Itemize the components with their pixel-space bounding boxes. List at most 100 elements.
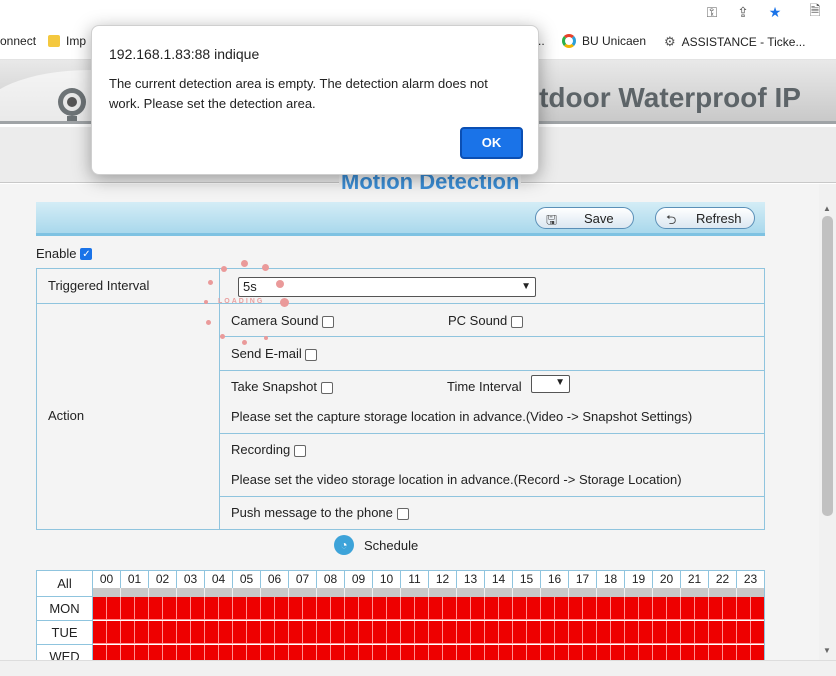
schedule-slot[interactable] (177, 597, 191, 620)
schedule-slot[interactable] (121, 621, 135, 644)
hour-header-08[interactable]: 08 (317, 571, 345, 588)
day-label-tue[interactable]: TUE (37, 621, 93, 645)
hour-header-16[interactable]: 16 (541, 571, 569, 588)
schedule-slot[interactable] (107, 597, 121, 620)
schedule-slot[interactable] (555, 597, 569, 620)
schedule-slot[interactable] (667, 597, 681, 620)
bookmark-item[interactable]: Imp (48, 34, 86, 48)
schedule-slot[interactable] (331, 621, 345, 644)
schedule-slot[interactable] (541, 597, 555, 620)
hour-header-17[interactable]: 17 (569, 571, 597, 588)
schedule-slot[interactable] (611, 597, 625, 620)
hour-header-13[interactable]: 13 (457, 571, 485, 588)
hour-header-18[interactable]: 18 (597, 571, 625, 588)
hour-strip[interactable] (597, 588, 625, 597)
schedule-slot[interactable] (737, 621, 751, 644)
hour-strip[interactable] (93, 588, 121, 597)
hour-header-20[interactable]: 20 (653, 571, 681, 588)
hour-header-02[interactable]: 02 (149, 571, 177, 588)
schedule-slot[interactable] (219, 621, 233, 644)
schedule-slot[interactable] (317, 597, 331, 620)
schedule-slot[interactable] (415, 597, 429, 620)
schedule-slot[interactable] (93, 621, 107, 644)
hour-strip[interactable] (737, 588, 764, 597)
schedule-slot[interactable] (387, 621, 401, 644)
schedule-slot[interactable] (681, 597, 695, 620)
schedule-slot[interactable] (149, 597, 163, 620)
schedule-all-button[interactable]: All (37, 571, 93, 597)
schedule-slot[interactable] (233, 621, 247, 644)
schedule-slot[interactable] (303, 597, 317, 620)
schedule-slot[interactable] (233, 597, 247, 620)
schedule-slot[interactable] (387, 597, 401, 620)
schedule-slot[interactable] (261, 597, 275, 620)
hour-strip[interactable] (149, 588, 177, 597)
schedule-slot[interactable] (191, 597, 205, 620)
schedule-slot[interactable] (317, 621, 331, 644)
schedule-slot[interactable] (709, 621, 723, 644)
schedule-slot[interactable] (415, 621, 429, 644)
camera-sound-checkbox[interactable] (322, 315, 335, 328)
schedule-slot[interactable] (527, 597, 541, 620)
send-email-checkbox[interactable] (305, 348, 318, 361)
schedule-slot[interactable] (499, 597, 513, 620)
schedule-slot[interactable] (331, 597, 345, 620)
bookmark-item[interactable]: ⚙ ASSISTANCE - Ticke... (664, 34, 805, 50)
schedule-slot[interactable] (569, 597, 583, 620)
schedule-slot[interactable] (625, 621, 639, 644)
schedule-slot[interactable] (625, 597, 639, 620)
hour-header-03[interactable]: 03 (177, 571, 205, 588)
schedule-slot[interactable] (513, 621, 527, 644)
schedule-slot[interactable] (653, 621, 667, 644)
schedule-slot[interactable] (751, 621, 764, 644)
schedule-slot[interactable] (205, 621, 219, 644)
schedule-slot[interactable] (457, 621, 471, 644)
hour-header-12[interactable]: 12 (429, 571, 457, 588)
hour-header-14[interactable]: 14 (485, 571, 513, 588)
push-message-checkbox[interactable] (396, 507, 409, 520)
hour-strip[interactable] (681, 588, 709, 597)
hour-strip[interactable] (177, 588, 205, 597)
schedule-slot[interactable] (93, 597, 107, 620)
hour-header-04[interactable]: 04 (205, 571, 233, 588)
schedule-slot[interactable] (583, 621, 597, 644)
hour-strip[interactable] (261, 588, 289, 597)
schedule-slot[interactable] (401, 621, 415, 644)
hour-header-05[interactable]: 05 (233, 571, 261, 588)
schedule-slot[interactable] (485, 597, 499, 620)
schedule-slot[interactable] (499, 621, 513, 644)
schedule-slot[interactable] (373, 597, 387, 620)
hour-strip[interactable] (121, 588, 149, 597)
hour-header-23[interactable]: 23 (737, 571, 764, 588)
schedule-slot[interactable] (275, 621, 289, 644)
hour-header-21[interactable]: 21 (681, 571, 709, 588)
schedule-slot[interactable] (149, 621, 163, 644)
hour-header-09[interactable]: 09 (345, 571, 373, 588)
schedule-slot[interactable] (135, 597, 149, 620)
hour-header-15[interactable]: 15 (513, 571, 541, 588)
hour-strip[interactable] (457, 588, 485, 597)
schedule-slot[interactable] (107, 621, 121, 644)
schedule-slot[interactable] (429, 597, 443, 620)
scroll-down-icon[interactable]: ▼ (823, 646, 831, 655)
scrollbar-thumb[interactable] (822, 216, 833, 516)
bookmark-item[interactable]: onnect (0, 34, 36, 48)
schedule-slot[interactable] (471, 621, 485, 644)
horizontal-scrollbar[interactable] (0, 660, 836, 676)
hour-header-07[interactable]: 07 (289, 571, 317, 588)
enable-checkbox[interactable]: ✓ (80, 247, 93, 260)
schedule-slot[interactable] (723, 621, 737, 644)
scroll-up-icon[interactable]: ▲ (823, 204, 831, 213)
schedule-slot[interactable] (429, 621, 443, 644)
hour-strip[interactable] (485, 588, 513, 597)
schedule-slot[interactable] (163, 621, 177, 644)
pc-sound-checkbox[interactable] (510, 315, 523, 328)
hour-strip[interactable] (625, 588, 653, 597)
schedule-slot[interactable] (457, 597, 471, 620)
hour-header-11[interactable]: 11 (401, 571, 429, 588)
schedule-slot[interactable] (275, 597, 289, 620)
schedule-slot[interactable] (289, 621, 303, 644)
schedule-slot[interactable] (597, 621, 611, 644)
hour-strip[interactable] (401, 588, 429, 597)
schedule-slot[interactable] (681, 621, 695, 644)
